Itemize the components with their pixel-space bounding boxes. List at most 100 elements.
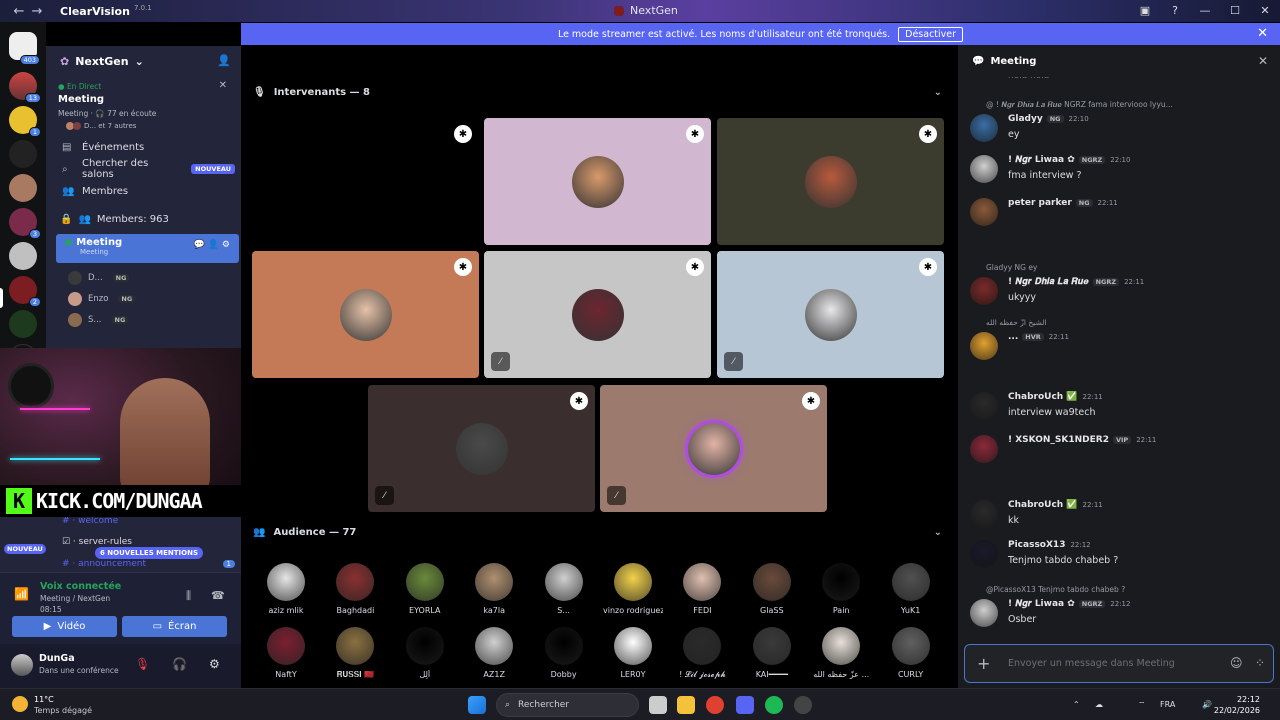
close-chat-icon[interactable]: ✕ xyxy=(1258,54,1268,68)
speaker-tile[interactable]: ✱ xyxy=(484,118,711,245)
avatar[interactable] xyxy=(970,599,998,627)
speakers-header[interactable]: 🎙 Intervenants — 8 xyxy=(253,87,370,98)
avatar[interactable] xyxy=(970,114,998,142)
signal-icon[interactable]: 📶 xyxy=(14,587,29,601)
message-author[interactable]: Gladyy NG 22:10 xyxy=(1008,114,1089,124)
audience-member[interactable]: FEDI xyxy=(672,563,732,615)
taskbar-search[interactable]: ⌕ Rechercher xyxy=(496,693,639,717)
audience-header[interactable]: 👥 Audience — 77 xyxy=(253,527,356,538)
video-button[interactable]: ▶ Vidéo xyxy=(12,616,117,637)
message-author[interactable]: ! 𝑵𝒈𝒓 Liwaa ✿ NGRZ 22:10 xyxy=(1008,155,1130,165)
audience-member[interactable]: أُلِل xyxy=(395,627,455,679)
channel-welcome[interactable]: # · welcome xyxy=(62,517,118,526)
channel-server-rules[interactable]: ☑ · server-rules xyxy=(62,537,132,547)
tray-volume-icon[interactable]: 🔊 xyxy=(1202,700,1212,709)
file-explorer-icon[interactable] xyxy=(677,696,695,714)
avatar[interactable] xyxy=(970,332,998,360)
channel-announcement[interactable]: # · announcement xyxy=(62,559,146,569)
members-count-channel[interactable]: 🔒 👥 Members: 963 xyxy=(46,208,241,230)
clock[interactable]: 22:12 22/02/2026 xyxy=(1214,694,1260,716)
speaker-tile[interactable]: ✱ xyxy=(717,118,944,245)
avatar[interactable] xyxy=(970,277,998,305)
audience-member[interactable]: NaftY xyxy=(256,627,316,679)
close-window-button[interactable]: ✕ xyxy=(1250,0,1280,22)
avatar[interactable] xyxy=(970,392,998,420)
audience-member[interactable]: ! 𝓛𝓲𝓵 𝓳𝓸𝓼𝓮𝓹𝓱 xyxy=(672,627,732,680)
avatar[interactable] xyxy=(970,500,998,528)
message-author[interactable]: ChabroUch ✅ 22:11 xyxy=(1008,392,1103,402)
minimize-button[interactable]: — xyxy=(1190,0,1220,22)
reply-preview[interactable]: @PicassoX13 Tenjmo tabdo chabeb ? xyxy=(986,585,1125,594)
server-icon[interactable]: 13 xyxy=(9,72,41,103)
audience-member[interactable]: GlaSS xyxy=(742,563,802,615)
message-input[interactable]: Envoyer un message dans Meeting xyxy=(1008,658,1175,669)
speaker-tile[interactable]: ✱ ⁄ xyxy=(600,385,827,512)
speaker-tile[interactable]: ✱ xyxy=(252,118,479,245)
message-author[interactable]: PicassoX13 22:12 xyxy=(1008,540,1091,550)
message-composer[interactable]: + Envoyer un message dans Meeting ☺ ⁘ xyxy=(964,644,1274,683)
chevron-down-icon[interactable]: ⌄ xyxy=(934,527,942,538)
message-author[interactable]: ... HVR 22:11 xyxy=(1008,332,1069,342)
audience-member[interactable]: KAI━━━━ xyxy=(742,627,802,679)
audience-member[interactable]: Dobby xyxy=(534,627,594,679)
speaker-tile[interactable]: ✱ xyxy=(252,251,479,378)
voice-user[interactable]: D... NG xyxy=(46,267,241,288)
server-icon[interactable]: 1 xyxy=(9,106,41,137)
audience-member[interactable]: 𝐑𝐔𝐒𝐒𝐈 🇲🇦 xyxy=(325,627,385,680)
soundboard-icon[interactable]: ⫼ xyxy=(186,589,191,603)
task-view-icon[interactable] xyxy=(649,696,667,714)
new-mentions-badge[interactable]: 6 NOUVELLES MENTIONS xyxy=(95,547,204,559)
weather-icon[interactable] xyxy=(12,696,28,712)
spotify-icon[interactable] xyxy=(765,696,783,714)
audience-member[interactable]: LER0Y xyxy=(603,627,663,679)
audience-member[interactable]: YuK1 xyxy=(881,563,941,615)
home-button[interactable]: 403 xyxy=(9,32,40,65)
apps-icon[interactable]: ⁘ xyxy=(1255,656,1265,670)
avatar[interactable] xyxy=(11,654,33,676)
plus-icon[interactable]: + xyxy=(977,654,990,673)
language-indicator[interactable]: FRA xyxy=(1160,700,1175,709)
audience-member[interactable]: vinzo rodriguez xyxy=(603,563,663,615)
channel-actions[interactable]: 💬👤⚙ xyxy=(194,240,233,250)
voice-user[interactable]: Enzo NG xyxy=(46,288,241,309)
mic-muted-icon[interactable]: 🎙 xyxy=(135,657,150,671)
audience-member[interactable]: EYORLA xyxy=(395,563,455,615)
gear-icon[interactable]: ⚙ xyxy=(209,657,220,671)
speaker-tile[interactable]: ✱ ⁄ xyxy=(368,385,595,512)
audience-member[interactable]: aziz mlik xyxy=(256,563,316,615)
voice-connected-label[interactable]: Voix connectée xyxy=(40,581,121,592)
message-author[interactable]: ChabroUch ✅ 22:11 xyxy=(1008,500,1103,510)
channel-meeting[interactable]: ◉ Meeting Meeting 💬👤⚙ xyxy=(56,234,239,263)
emoji-icon[interactable]: ☺ xyxy=(1230,656,1243,670)
chevron-down-icon[interactable]: ⌄ xyxy=(934,87,942,98)
banner-close-icon[interactable]: ✕ xyxy=(1257,26,1268,41)
start-icon[interactable] xyxy=(468,696,486,714)
speaker-tile[interactable]: ✱ ⁄ xyxy=(484,251,711,378)
chrome-icon[interactable] xyxy=(706,696,724,714)
avatar[interactable] xyxy=(970,155,998,183)
tray-cloud-icon[interactable]: ☁ xyxy=(1095,700,1103,709)
voice-user[interactable]: S... NG xyxy=(46,309,241,330)
audience-member[interactable]: عزّ حفظه الله ... xyxy=(811,627,871,679)
maximize-button[interactable]: ☐ xyxy=(1220,0,1250,22)
speaker-tile[interactable]: ✱ ⁄ xyxy=(717,251,944,378)
server-icon-nextgen[interactable]: 2 xyxy=(9,276,41,307)
tray-wifi-icon[interactable]: ⌔ xyxy=(1138,700,1146,710)
audience-member[interactable]: ka7la xyxy=(464,563,524,615)
forward-icon[interactable]: → xyxy=(28,4,46,19)
menu-search-channels[interactable]: ⌕ Chercher des salons NOUVEAU xyxy=(46,158,241,180)
message-author[interactable]: ! XSKON_SK1NDER2 VIP 22:11 xyxy=(1008,435,1156,445)
close-live-icon[interactable]: ✕ xyxy=(219,80,227,91)
message-author[interactable]: ! 𝑵𝒈𝒓 𝑫𝒉𝒊𝒂 𝑳𝒂 𝑹𝒖𝒆 NGRZ 22:11 xyxy=(1008,277,1144,287)
app-icon[interactable] xyxy=(794,696,812,714)
reply-preview[interactable]: @ ! 𝑵𝒈𝒓 𝑫𝒉𝒊𝒂 𝑳𝒂 𝑹𝒖𝒆 NGRZ fama interviooo… xyxy=(986,100,1173,110)
audience-member[interactable]: Pain xyxy=(811,563,871,615)
headphones-icon[interactable]: 🎧 xyxy=(172,657,187,671)
audience-member[interactable]: CURLY xyxy=(881,627,941,679)
server-header[interactable]: ✿ NextGen ⌄ 👤 xyxy=(46,46,241,76)
tray-chevron-icon[interactable]: ⌃ xyxy=(1073,700,1080,709)
discord-icon[interactable] xyxy=(736,696,754,714)
server-icon[interactable]: 3 xyxy=(9,208,41,239)
message-author[interactable]: ! 𝑵𝒈𝒓 Liwaa ✿ NGRZ 22:12 xyxy=(1008,599,1130,609)
audience-member[interactable]: AZ1Z xyxy=(464,627,524,679)
